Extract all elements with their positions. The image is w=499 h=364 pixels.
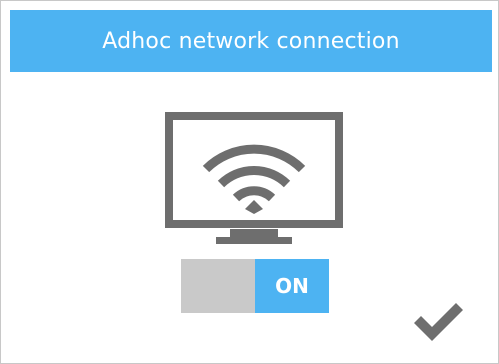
adhoc-toggle-switch[interactable]: ON [181,259,329,313]
checkmark-icon[interactable] [410,299,466,343]
toggle-on-side: ON [255,259,329,313]
adhoc-dialog: Adhoc network connection ON [0,0,499,364]
toggle-off-side [181,259,255,313]
dialog-title: Adhoc network connection [102,28,400,54]
toggle-on-label: ON [275,274,309,298]
dialog-header: Adhoc network connection [10,10,492,72]
wifi-monitor-icon [165,112,343,244]
